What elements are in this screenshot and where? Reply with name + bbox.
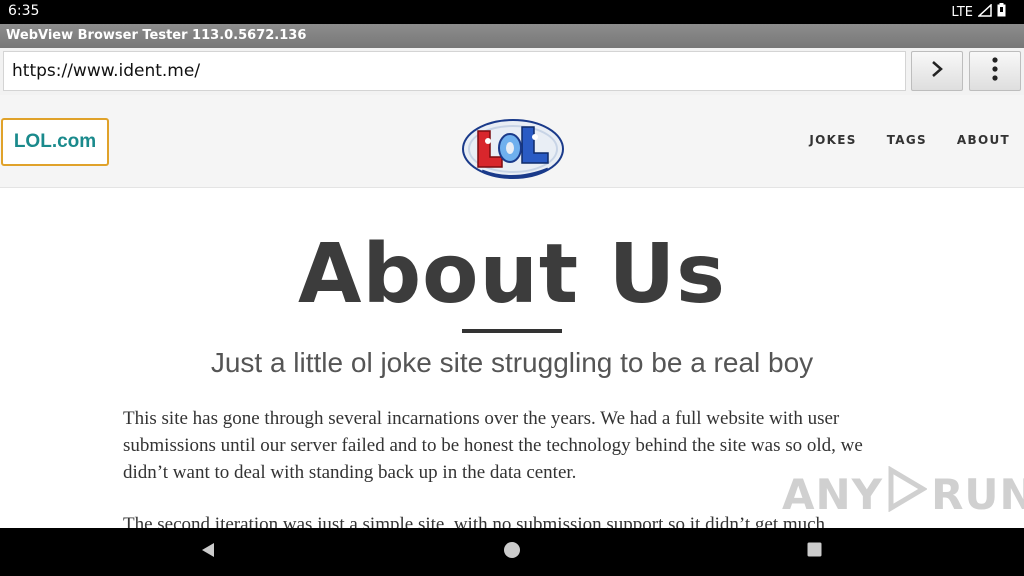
site-header: LOL.com JOKES TAGS ABOUT (0, 95, 1024, 188)
page-title: About Us (297, 227, 726, 322)
go-button[interactable] (911, 51, 963, 91)
status-bar: 6:35 LTE (0, 0, 1024, 24)
nav-jokes[interactable]: JOKES (809, 133, 856, 147)
home-button[interactable] (498, 538, 526, 566)
recents-square-icon (807, 542, 822, 562)
network-label: LTE (951, 4, 973, 20)
nav-tags[interactable]: TAGS (887, 133, 927, 147)
back-triangle-icon (200, 542, 216, 563)
overflow-menu-button[interactable] (969, 51, 1021, 91)
status-time: 6:35 (8, 3, 40, 19)
watermark-text-1: ANY (782, 469, 884, 519)
brand-link[interactable]: LOL.com (1, 118, 109, 166)
app-title-bar: WebView Browser Tester 113.0.5672.136 (0, 24, 1024, 48)
chevron-right-icon (930, 60, 944, 83)
watermark-text-2: RUN (931, 469, 1024, 519)
battery-icon (997, 3, 1006, 21)
browser-toolbar (0, 48, 1024, 95)
site-logo[interactable] (460, 113, 566, 181)
home-circle-icon (503, 541, 521, 564)
url-input[interactable] (3, 51, 906, 91)
anyrun-watermark: ANY RUN (782, 465, 1024, 522)
site-nav: JOKES TAGS ABOUT (809, 133, 1010, 147)
title-divider (462, 329, 562, 333)
page-subtitle: Just a little ol joke site struggling to… (210, 347, 814, 378)
nav-about[interactable]: ABOUT (957, 133, 1010, 147)
back-button[interactable] (194, 538, 222, 566)
signal-icon (977, 2, 992, 21)
more-vertical-icon (992, 56, 998, 86)
recents-button[interactable] (800, 538, 828, 566)
status-icons: LTE (951, 2, 1006, 21)
system-nav-bar (0, 528, 1024, 576)
play-icon (887, 465, 928, 522)
